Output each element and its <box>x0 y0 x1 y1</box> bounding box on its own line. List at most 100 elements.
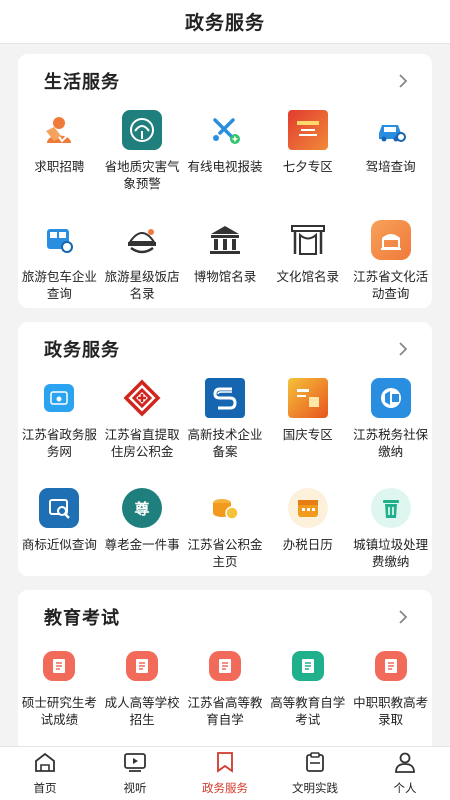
service-item-trademark[interactable]: 商标近似查询 <box>18 486 101 596</box>
bus-search-icon <box>39 220 79 260</box>
section-life-services: 生活服务 求职招聘 省地质灾害气象预警 有线电视报装 七夕专区 驾培查询 旅游包… <box>18 54 432 308</box>
tab-label: 文明实践 <box>292 781 338 795</box>
service-item-trash[interactable]: 城镇垃圾处理费缴纳 <box>349 486 432 596</box>
service-item-culture-activity[interactable]: 江苏省文化活动查询 <box>349 218 432 328</box>
qixi-icon <box>287 110 328 150</box>
exam-doc-icon <box>208 651 241 681</box>
tax-icon <box>370 378 411 418</box>
service-item-self-study[interactable]: 高等教育自学考试 <box>266 644 349 754</box>
tab-label: 个人 <box>393 781 417 795</box>
service-item-tax[interactable]: 江苏税务社保缴纳 <box>349 376 432 486</box>
clipboard-icon <box>303 751 327 777</box>
service-label: 七夕专区 <box>282 159 333 174</box>
service-label: 省地质灾害气象预警 <box>104 159 180 191</box>
service-label: 江苏省政务服务网 <box>21 427 97 459</box>
culture-activity-icon <box>370 220 411 260</box>
trash-icon <box>370 488 411 528</box>
service-item-hotel[interactable]: 旅游星级饭店名录 <box>101 218 184 328</box>
service-item-grad-exam[interactable]: 硕士研究生考试成绩 <box>18 644 101 754</box>
tab-label: 视听 <box>123 781 147 795</box>
section-title: 政务服务 <box>44 340 120 361</box>
chevron-right-icon[interactable] <box>396 74 410 88</box>
tax-calendar-icon <box>287 488 328 528</box>
gov-service-icon <box>44 384 75 412</box>
service-label: 城镇垃圾处理费缴纳 <box>353 537 429 569</box>
person-icon <box>393 751 417 777</box>
tab-home[interactable]: 首页 <box>0 747 90 800</box>
service-label: 江苏省高等教育自学 <box>187 695 263 727</box>
bookmark-icon <box>213 751 237 777</box>
service-label: 商标近似查询 <box>21 537 97 552</box>
self-study-icon <box>291 651 324 681</box>
section-title: 生活服务 <box>44 72 120 93</box>
section-education-exams: 教育考试 硕士研究生考试成绩 成人高等学校招生 江苏省高等教育自学 高等教育自学… <box>18 590 432 760</box>
exam-doc-icon <box>374 651 407 681</box>
service-item-adult-college[interactable]: 成人高等学校招生 <box>101 644 184 754</box>
service-item-qixi[interactable]: 七夕专区 <box>266 108 349 218</box>
tab-profile[interactable]: 个人 <box>360 747 450 800</box>
page-title: 政务服务 <box>184 12 265 34</box>
tab-label: 政务服务 <box>202 781 248 795</box>
service-item-museum[interactable]: 博物馆名录 <box>184 218 267 328</box>
service-item-car[interactable]: 驾培查询 <box>349 108 432 218</box>
service-label: 江苏省直提取住房公积金 <box>104 427 180 459</box>
exam-doc-icon <box>43 651 76 681</box>
video-icon <box>123 751 147 777</box>
top-bar: 政务服务 <box>0 0 450 44</box>
museum-icon <box>205 220 245 260</box>
svg-text:尊: 尊 <box>135 500 150 518</box>
weather-disaster-icon <box>122 110 163 150</box>
service-label: 有线电视报装 <box>187 159 263 174</box>
service-item-job[interactable]: 求职招聘 <box>18 108 101 218</box>
service-item-national-day[interactable]: 国庆专区 <box>266 376 349 486</box>
exam-doc-icon <box>126 651 159 681</box>
culture-hall-icon <box>288 220 328 260</box>
section-header[interactable]: 教育考试 <box>18 590 432 644</box>
service-label: 博物馆名录 <box>193 269 257 284</box>
section-title: 教育考试 <box>44 608 120 629</box>
chevron-right-icon[interactable] <box>396 610 410 624</box>
service-item-tax-calendar[interactable]: 办税日历 <box>266 486 349 596</box>
service-item-hightech[interactable]: 高新技术企业备案 <box>184 376 267 486</box>
tab-civilization[interactable]: 文明实践 <box>270 747 360 800</box>
tab-gov-services[interactable]: 政务服务 <box>180 747 270 800</box>
service-label: 江苏税务社保缴纳 <box>353 427 429 459</box>
service-label: 江苏省文化活动查询 <box>353 269 429 301</box>
service-label: 硕士研究生考试成绩 <box>21 695 97 727</box>
service-label: 成人高等学校招生 <box>104 695 180 727</box>
service-label: 办税日历 <box>282 537 333 552</box>
service-item-housing-fund[interactable]: 江苏省直提取住房公积金 <box>101 376 184 486</box>
bottom-tab-bar: 首页 视听 政务服务 文明实践 个人 <box>0 746 450 800</box>
service-item-culture-hall[interactable]: 文化馆名录 <box>266 218 349 328</box>
car-search-icon <box>371 110 411 150</box>
service-label: 旅游包车企业查询 <box>21 269 97 301</box>
cable-tv-icon <box>205 110 245 150</box>
service-label: 尊老金一件事 <box>104 537 180 552</box>
fund-coin-icon <box>205 488 245 528</box>
service-label: 文化馆名录 <box>276 269 340 284</box>
service-item-js-higher-ed[interactable]: 江苏省高等教育自学 <box>184 644 267 754</box>
service-label: 求职招聘 <box>34 159 85 174</box>
service-item-vocational[interactable]: 中职职教高考录取 <box>349 644 432 754</box>
home-icon <box>33 751 57 777</box>
chevron-right-icon[interactable] <box>396 342 410 356</box>
section-header[interactable]: 生活服务 <box>18 54 432 108</box>
hightech-icon <box>204 378 245 418</box>
section-gov-services: 政务服务 江苏省政务服务网 江苏省直提取住房公积金 高新技术企业备案 国庆专区 … <box>18 322 432 576</box>
service-item-gov-net[interactable]: 江苏省政务服务网 <box>18 376 101 486</box>
hotel-icon <box>122 220 162 260</box>
service-label: 驾培查询 <box>365 159 416 174</box>
trademark-icon <box>39 488 80 528</box>
tab-video[interactable]: 视听 <box>90 747 180 800</box>
housing-fund-icon <box>122 378 162 418</box>
tab-label: 首页 <box>33 781 57 795</box>
service-item-bus[interactable]: 旅游包车企业查询 <box>18 218 101 328</box>
service-label: 高新技术企业备案 <box>187 427 263 459</box>
national-day-icon <box>287 378 328 418</box>
service-item-elder-fund[interactable]: 尊 尊老金一件事 <box>101 486 184 596</box>
service-item-fund-coin[interactable]: 江苏省公积金主页 <box>184 486 267 596</box>
service-label: 国庆专区 <box>282 427 333 442</box>
service-item-cable-tv[interactable]: 有线电视报装 <box>184 108 267 218</box>
section-header[interactable]: 政务服务 <box>18 322 432 376</box>
service-item-weather[interactable]: 省地质灾害气象预警 <box>101 108 184 218</box>
